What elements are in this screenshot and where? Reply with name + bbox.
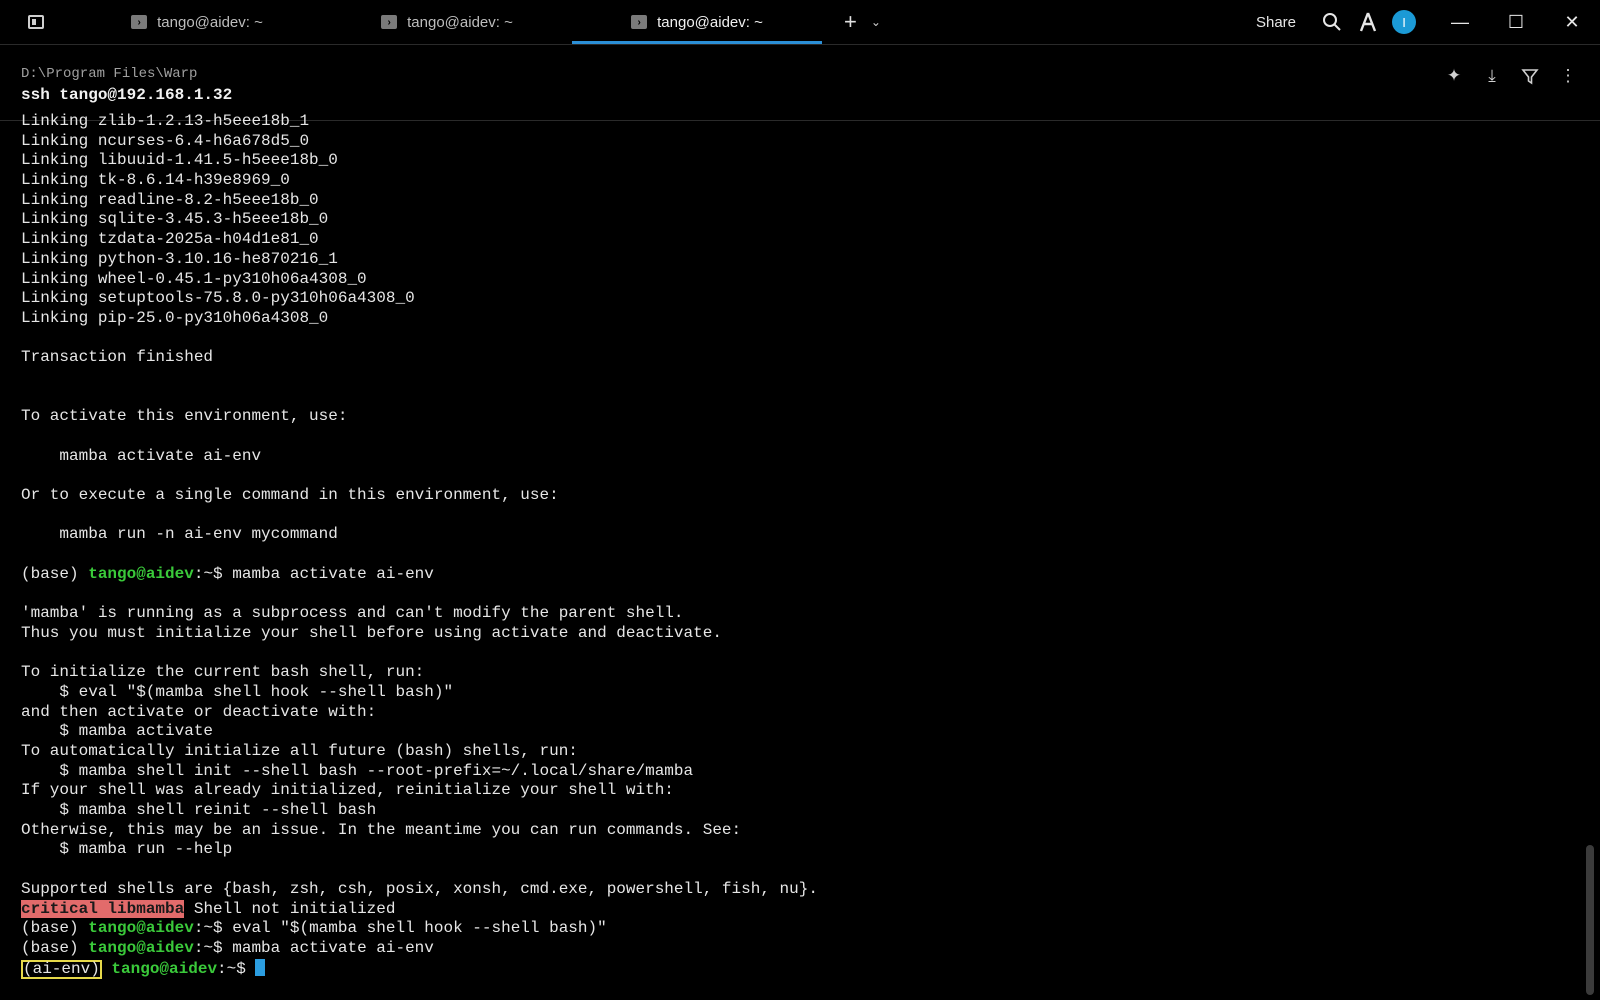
tab-3-active[interactable]: › tango@aidev: ~ [572,0,822,44]
output-line: Linking zlib-1.2.13-h5eee18b_1 [21,112,310,130]
output-line: Transaction finished [21,348,214,367]
more-options-icon[interactable]: ⋮ [1556,64,1580,88]
share-button[interactable]: Share [1238,0,1314,44]
output-line: To automatically initialize all future (… [21,742,578,760]
output-line: Otherwise, this may be an issue. In the … [21,820,742,839]
scrollbar[interactable] [1586,120,1594,995]
prompt-user: tango@aidev [88,919,194,938]
tab-title: tango@aidev: ~ [157,13,263,31]
download-icon[interactable]: ⤓ [1480,64,1504,88]
prompt-line: (base) tango@aidev:~$ eval "$(mamba shel… [21,919,1561,939]
minimize-icon[interactable]: — [1432,0,1488,44]
prompt-env: (base) [21,564,89,583]
terminal-icon: › [631,15,648,29]
filter-icon[interactable] [1518,64,1542,88]
tab-title: tango@aidev: ~ [407,13,513,31]
output-line: Or to execute a single command in this e… [21,486,559,505]
block-command: ssh tango@192.168.1.32 [21,86,233,104]
new-tab-group: + ⌄ [822,0,881,44]
output-line: Linking tk-8.6.14-h39e8969_0 [21,171,290,190]
prompt-path: :~$ [193,564,233,583]
output-line: To initialize the current bash shell, ru… [21,663,425,682]
env-badge: (ai-env) [21,959,102,979]
output-line: Thus you must initialize your shell befo… [21,623,722,642]
tab-2[interactable]: › tango@aidev: ~ [322,0,572,44]
output-line: Linking pip-25.0-py310h06a4308_0 [21,308,329,327]
prompt-path: :~$ [193,938,233,957]
prompt-env: (base) [21,938,89,957]
prompt-line: (base) tango@aidev:~$ mamba activate ai-… [21,565,1561,585]
output-line: $ mamba activate [21,722,214,741]
prompt-command: mamba activate ai-env [232,938,434,957]
pin-icon[interactable]: ✦ [1442,64,1466,88]
output-line: Linking python-3.10.16-he870216_1 [21,249,338,268]
output-line: Linking libuuid-1.41.5-h5eee18b_0 [21,151,338,170]
output-lines-b: 'mamba' is running as a subprocess and c… [21,585,1561,900]
output-line: To activate this environment, use: [21,407,348,426]
working-directory: D:\Program Files\Warp [21,66,198,82]
scrollbar-thumb[interactable] [1586,845,1594,995]
output-line: $ mamba shell init --shell bash --root-p… [21,761,694,780]
chevron-down-icon[interactable]: ⌄ [871,15,881,29]
plus-icon[interactable]: + [844,9,857,35]
terminal-icon: › [381,15,398,29]
prompt-user: tango@aidev [111,959,218,978]
output-line: Linking tzdata-2025a-h04d1e81_0 [21,230,319,249]
output-line: $ eval "$(mamba shell hook --shell bash)… [21,682,454,701]
output-lines-a: Linking zlib-1.2.13-h5eee18b_1 Linking nc… [21,112,1561,565]
output-line: $ mamba run --help [21,840,233,859]
terminal-output[interactable]: Linking zlib-1.2.13-h5eee18b_1 Linking nc… [21,112,1561,992]
output-line: and then activate or deactivate with: [21,702,377,721]
output-line: Linking readline-8.2-h5eee18b_0 [21,190,319,209]
output-line: Linking ncurses-6.4-h6a678d5_0 [21,131,310,150]
prompt-user: tango@aidev [88,938,194,957]
output-line: Linking setuptools-75.8.0-py310h06a4308_… [21,289,415,308]
tab-bar-spacer [881,0,1238,44]
terminal-icon: › [131,15,148,29]
output-line: 'mamba' is running as a subprocess and c… [21,604,684,623]
avatar[interactable]: I [1392,10,1416,34]
active-prompt-line[interactable]: (ai-env) tango@aidev:~$ [21,958,1561,979]
search-icon[interactable] [1314,0,1350,44]
prompt-env: (base) [21,919,89,938]
maximize-icon[interactable]: ☐ [1488,0,1544,44]
prompt-command: mamba activate ai-env [232,564,434,583]
tab-title: tango@aidev: ~ [657,13,763,31]
prompt-command: eval "$(mamba shell hook --shell bash)" [232,919,607,938]
critical-badge: critical libmamba [21,899,185,918]
prompt-user: tango@aidev [88,564,194,583]
critical-message: Shell not initialized [184,899,396,918]
output-line: $ mamba shell reinit --shell bash [21,801,377,820]
tab-bar: › tango@aidev: ~ › tango@aidev: ~ › tang… [0,0,1600,45]
warp-ai-icon[interactable] [1350,0,1386,44]
critical-line: critical libmamba Shell not initialized [21,899,1561,920]
terminal-window: › tango@aidev: ~ › tango@aidev: ~ › tang… [0,0,1600,1000]
output-line: mamba run -n ai-env mycommand [21,525,338,544]
tab-1[interactable]: › tango@aidev: ~ [72,0,322,44]
command-block-header: D:\Program Files\Warp ssh tango@192.168.… [0,44,1600,121]
text-cursor [255,958,266,976]
tab-menu-icon[interactable] [0,0,72,44]
output-line: Linking wheel-0.45.1-py310h06a4308_0 [21,269,367,288]
output-line: mamba activate ai-env [21,446,262,465]
block-toolbar: ✦ ⤓ ⋮ [1442,64,1580,88]
output-line: Supported shells are {bash, zsh, csh, po… [21,879,818,898]
prompt-path: :~$ [217,959,256,978]
close-icon[interactable]: ✕ [1544,0,1600,44]
output-line: If your shell was already initialized, r… [21,781,674,800]
prompt-line: (base) tango@aidev:~$ mamba activate ai-… [21,939,1561,959]
output-line: Linking sqlite-3.45.3-h5eee18b_0 [21,210,329,229]
prompt-path: :~$ [193,919,233,938]
